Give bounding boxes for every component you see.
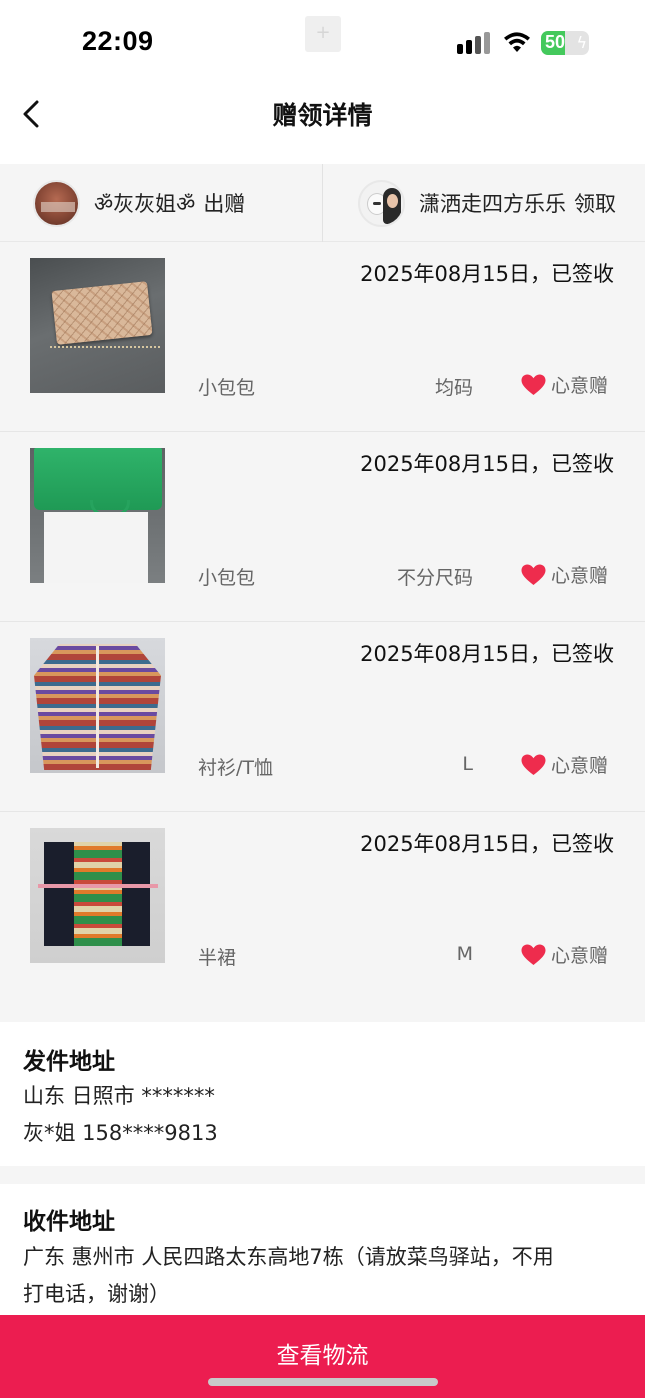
list-item[interactable]: 2025年08月15日，已签收 半裙 M 心意赠: [0, 812, 645, 1002]
receiver-address-line2: 打电话，谢谢）: [23, 1282, 170, 1306]
item-photo: [30, 448, 165, 583]
receiver-avatar: [358, 179, 405, 227]
heart-icon: [521, 564, 546, 585]
sender-address-card: 发件地址 山东 日照市 ******* 灰*姐 158****9813: [0, 1022, 645, 1166]
sender-contact: 灰*姐 158****9813: [23, 1121, 218, 1145]
receiver-address-title: 收件地址: [23, 1209, 115, 1235]
item-photo: [30, 638, 165, 773]
item-category: 半裙: [198, 947, 237, 969]
item-tag: 心意赠: [521, 371, 608, 398]
heart-icon: [521, 754, 546, 775]
receiver-name: 潇洒走四方乐乐: [419, 192, 566, 216]
receiver-action: 领取: [574, 192, 616, 216]
item-photo: [30, 258, 165, 393]
item-size: 均码: [434, 377, 473, 399]
plus-icon: +: [305, 16, 341, 52]
heart-icon: [521, 374, 546, 395]
item-date: 2025年08月15日，已签收: [360, 832, 614, 856]
page-title: 赠领详情: [272, 101, 373, 130]
charging-bolt-icon: ϟ: [576, 33, 587, 52]
battery-level: 50: [545, 32, 566, 52]
parties-strip: ॐ灰灰姐ॐ 出赠 潇洒走四方乐乐 领取: [0, 164, 645, 242]
giver-profile[interactable]: ॐ灰灰姐ॐ 出赠: [33, 164, 245, 242]
item-tag-label: 心意赠: [551, 945, 609, 967]
cellular-signal-icon: [457, 32, 493, 54]
item-category: 小包包: [198, 567, 256, 589]
receiver-profile[interactable]: 潇洒走四方乐乐 领取: [358, 164, 616, 242]
item-size: L: [462, 753, 473, 775]
list-item[interactable]: 2025年08月15日，已签收 小包包 不分尺码 心意赠: [0, 432, 645, 622]
list-item[interactable]: 2025年08月15日，已签收 衬衫/T恤 L 心意赠: [0, 622, 645, 812]
item-tag: 心意赠: [521, 941, 608, 968]
nav-bar: 赠领详情: [0, 80, 645, 164]
item-tag-label: 心意赠: [551, 565, 609, 587]
parties-divider: [322, 164, 323, 242]
item-size: 不分尺码: [396, 567, 473, 589]
item-tag: 心意赠: [521, 561, 608, 588]
giver-action: 出赠: [203, 192, 246, 216]
item-date: 2025年08月15日，已签收: [360, 642, 614, 666]
status-time: 22:09: [82, 26, 154, 56]
item-tag: 心意赠: [521, 751, 608, 778]
item-photo: [30, 828, 165, 963]
items-list: 2025年08月15日，已签收 小包包 均码 心意赠 2025年08月15日，已…: [0, 242, 645, 1022]
item-tag-label: 心意赠: [551, 755, 609, 777]
battery-icon: 50 ϟ: [541, 31, 589, 55]
sender-address-title: 发件地址: [23, 1049, 115, 1075]
item-date: 2025年08月15日，已签收: [360, 452, 614, 476]
item-category: 小包包: [198, 377, 256, 399]
heart-icon: [521, 944, 546, 965]
item-category: 衬衫/T恤: [198, 757, 274, 779]
item-date: 2025年08月15日，已签收: [360, 262, 614, 286]
receiver-address-line1: 广东 惠州市 人民四路太东高地7栋（请放菜鸟驿站，不用: [23, 1245, 554, 1269]
item-size: M: [456, 943, 473, 965]
receiver-address-card: 收件地址 广东 惠州市 人民四路太东高地7栋（请放菜鸟驿站，不用 打电话，谢谢）: [0, 1184, 645, 1315]
sender-region: 山东 日照市 *******: [23, 1084, 215, 1108]
giver-name: ॐ灰灰姐ॐ: [94, 192, 196, 216]
wifi-icon: [504, 32, 530, 52]
giver-avatar: [33, 179, 80, 227]
item-tag-label: 心意赠: [551, 375, 609, 397]
list-item[interactable]: 2025年08月15日，已签收 小包包 均码 心意赠: [0, 242, 645, 432]
section-gap: [0, 1166, 645, 1184]
status-bar: 22:09 + 50 ϟ: [0, 0, 645, 80]
home-indicator: [208, 1378, 438, 1386]
